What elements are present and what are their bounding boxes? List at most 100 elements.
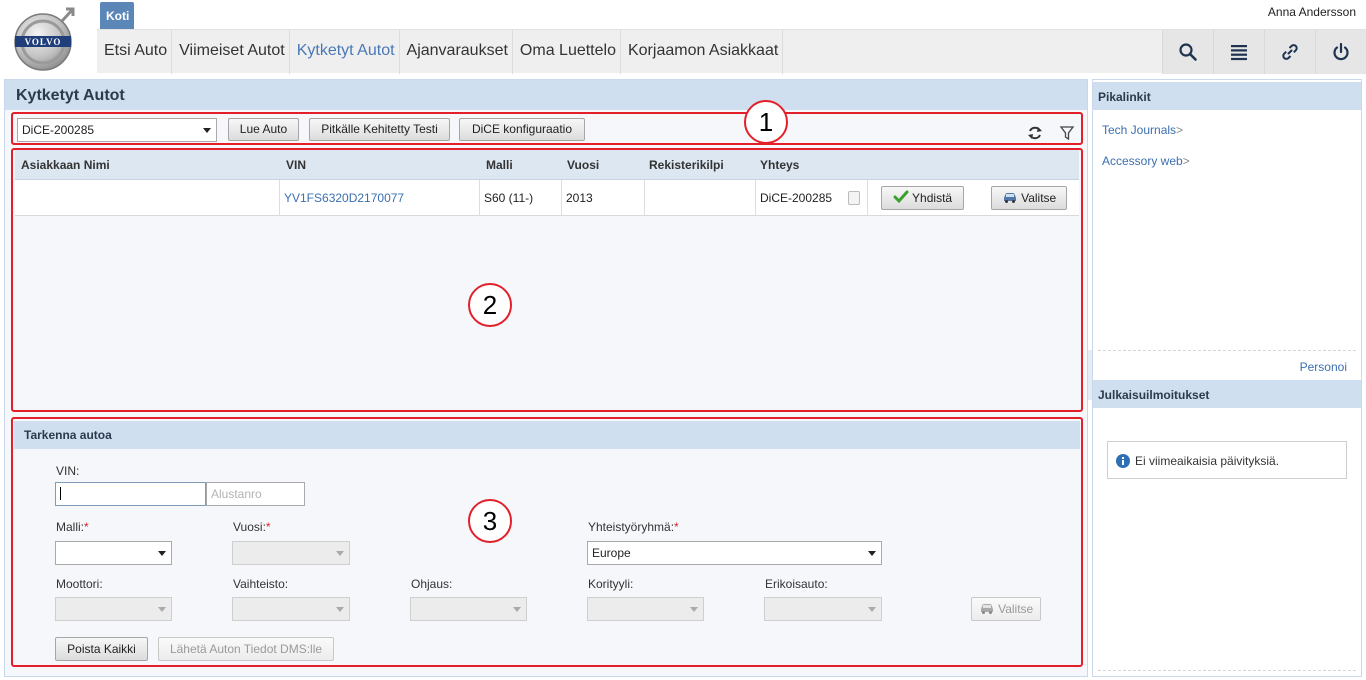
steering-select[interactable] (410, 597, 527, 621)
nav-bookings[interactable]: Ajanvaraukset (400, 30, 513, 74)
refine-title: Tarkenna autoa (24, 428, 112, 442)
extended-test-button[interactable]: Pitkälle Kehitetty Testi (309, 118, 450, 141)
refine-header: Tarkenna autoa (14, 421, 1080, 449)
col-connection[interactable]: Yhteys (760, 158, 799, 172)
dice-config-button[interactable]: DiCE konfiguraatio (459, 118, 585, 141)
filter-icon[interactable] (1059, 125, 1075, 141)
refine-select-label: Valitse (998, 602, 1034, 616)
personalize-link[interactable]: Personoi (1300, 360, 1347, 374)
connected-cars-table: Asiakkaan Nimi VIN Malli Vuosi Rekisteri… (15, 150, 1079, 216)
model-label: Malli:* (56, 520, 89, 534)
special-car-select[interactable] (764, 597, 882, 621)
app-header: VOLVO Koti Anna Andersson Etsi Auto Viim… (0, 0, 1366, 76)
col-customer-name[interactable]: Asiakkaan Nimi (21, 158, 110, 172)
chevron-down-icon (336, 551, 344, 556)
annotation-2: 2 (468, 283, 512, 327)
chevron-down-icon (868, 551, 876, 556)
user-name[interactable]: Anna Andersson (1268, 5, 1356, 19)
text-cursor (60, 487, 61, 500)
chevron-down-icon (690, 607, 698, 612)
steering-label: Ohjaus: (411, 577, 453, 591)
panel-titlebar: Kytketyt Autot (5, 80, 1087, 110)
divider (1098, 670, 1356, 671)
chevron-down-icon (158, 607, 166, 612)
device-select[interactable]: DiCE-200285 (17, 118, 217, 142)
annotation-3: 3 (468, 499, 512, 543)
connect-button[interactable]: Yhdistä (881, 186, 964, 210)
connection-device: DiCE-200285 (760, 191, 833, 205)
col-plate[interactable]: Rekisterikilpi (649, 158, 724, 172)
clear-all-button[interactable]: Poista Kaikki (55, 637, 148, 661)
read-car-button[interactable]: Lue Auto (228, 118, 299, 141)
chassis-number-input[interactable]: Alustanro (206, 482, 305, 506)
year-select[interactable] (232, 541, 350, 565)
engine-select[interactable] (55, 597, 172, 621)
main-nav: Etsi Auto Viimeiset Autot Kytketyt Autot… (97, 29, 1366, 74)
connect-button-label: Yhdistä (912, 191, 953, 205)
body-style-select[interactable] (587, 597, 704, 621)
checkmark-icon (893, 190, 909, 204)
chevron-down-icon (336, 607, 344, 612)
refresh-icon[interactable] (1027, 125, 1043, 141)
col-vin[interactable]: VIN (286, 158, 306, 172)
select-car-button-label: Valitse (1021, 191, 1057, 205)
accessory-web-link[interactable]: Accessory web> (1102, 154, 1190, 168)
links-button[interactable] (1264, 30, 1315, 74)
model-select[interactable] (55, 541, 172, 565)
page-title: Kytketyt Autot (16, 87, 125, 104)
annotation-1: 1 (744, 100, 788, 144)
nav-recent-cars[interactable]: Viimeiset Autot (172, 30, 290, 74)
nav-workshop-customers[interactable]: Korjaamon Asiakkaat (621, 30, 784, 74)
table-row[interactable]: YV1FS6320D2170077 S60 (11-) 2013 DiCE-20… (15, 180, 1079, 216)
cell-connection: DiCE-200285 (756, 180, 868, 216)
release-notes-header: Julkaisuilmoitukset (1093, 380, 1361, 408)
cell-model: S60 (11-) (480, 180, 562, 216)
cell-plate (645, 180, 756, 216)
select-car-button[interactable]: Valitse (991, 186, 1067, 210)
release-notice: Ei viimeaikaisia päivityksiä. (1107, 441, 1347, 479)
nav-connected-cars[interactable]: Kytketyt Autot (290, 30, 400, 74)
chassis-number-placeholder: Alustanro (211, 487, 262, 501)
menu-list-button[interactable] (1213, 30, 1264, 74)
chevron-down-icon (868, 607, 876, 612)
send-to-dms-button[interactable]: Lähetä Auton Tiedot DMS:lle (158, 637, 334, 661)
table-header: Asiakkaan Nimi VIN Malli Vuosi Rekisteri… (15, 150, 1079, 180)
gearbox-label: Vaihteisto: (233, 577, 289, 591)
nav-my-list[interactable]: Oma Luettelo (513, 30, 621, 74)
refine-select-button[interactable]: Valitse (971, 597, 1041, 621)
clipboard-icon[interactable] (848, 191, 860, 205)
toolbar: DiCE-200285 Lue Auto Pitkälle Kehitetty … (11, 113, 1083, 145)
gearbox-select[interactable] (232, 597, 350, 621)
search-button[interactable] (1162, 30, 1213, 74)
car-icon (1003, 193, 1016, 203)
info-icon (1116, 454, 1130, 468)
vin-link[interactable]: YV1FS6320D2170077 (284, 191, 404, 205)
nav-find-car[interactable]: Etsi Auto (97, 30, 173, 74)
cell-customer (15, 180, 280, 216)
col-model[interactable]: Malli (486, 158, 513, 172)
connected-cars-panel: Kytketyt Autot DiCE-200285 Lue Auto Pitk… (4, 79, 1088, 677)
partner-group-value: Europe (592, 546, 631, 560)
partner-group-select[interactable]: Europe (587, 541, 882, 565)
engine-label: Moottori: (56, 577, 103, 591)
year-label: Vuosi:* (233, 520, 271, 534)
vin-input[interactable] (55, 482, 206, 506)
vin-label: VIN: (56, 464, 80, 478)
right-sidebar: Pikalinkit Tech Journals> Accessory web>… (1092, 79, 1362, 677)
tech-journals-link[interactable]: Tech Journals> (1102, 123, 1183, 137)
chevron-down-icon (513, 607, 521, 612)
volvo-logo[interactable]: VOLVO (10, 3, 80, 73)
quicklinks-header: Pikalinkit (1093, 82, 1361, 110)
home-tab[interactable]: Koti (100, 2, 134, 29)
link-icon (1282, 44, 1298, 60)
search-icon (1179, 43, 1197, 61)
partner-group-label: Yhteistyöryhmä:* (588, 520, 679, 534)
car-icon (980, 604, 993, 614)
chevron-down-icon (203, 128, 211, 133)
power-icon (1333, 42, 1349, 61)
col-year[interactable]: Vuosi (567, 158, 599, 172)
cell-vin: YV1FS6320D2170077 (280, 180, 480, 216)
special-car-label: Erikoisauto: (765, 577, 828, 591)
logout-button[interactable] (1315, 30, 1366, 74)
device-select-value: DiCE-200285 (22, 123, 95, 137)
